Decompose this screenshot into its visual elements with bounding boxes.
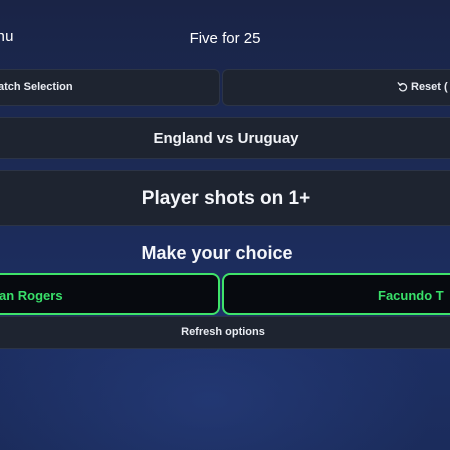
match-selection-button[interactable]: atch Selection (0, 69, 220, 106)
menu-button[interactable]: enu (0, 28, 14, 45)
reset-button[interactable]: Reset ( (222, 69, 450, 106)
choice-option-label: an Rogers (0, 288, 63, 303)
top-bar: enu Five for 25 (0, 0, 450, 68)
match-title: England vs Uruguay (153, 130, 299, 147)
market-title: Player shots on 1+ (141, 188, 311, 209)
reset-label: Reset ( (411, 81, 448, 93)
market-title-bar: Player shots on 1+ (0, 170, 450, 226)
choice-heading: Make your choice (141, 243, 293, 263)
choice-option-label: Facundo T (378, 288, 444, 303)
match-selection-label: atch Selection (0, 81, 73, 93)
choice-option-left[interactable]: an Rogers (0, 273, 220, 315)
refresh-options-label: Refresh options (181, 326, 265, 338)
refresh-options-button[interactable]: Refresh options (0, 316, 450, 349)
reset-arrow-icon (397, 82, 408, 92)
page-title: Five for 25 (189, 30, 261, 47)
match-title-bar: England vs Uruguay (0, 117, 450, 159)
choice-option-right[interactable]: Facundo T (222, 273, 450, 315)
